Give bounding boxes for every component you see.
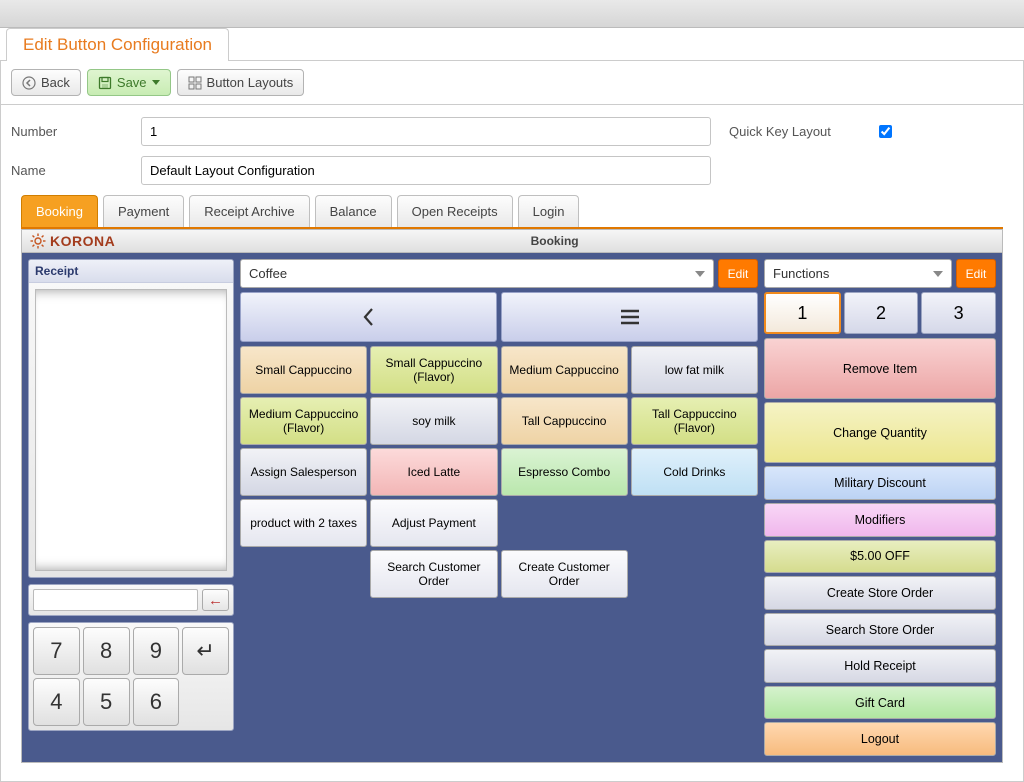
quick-key-label: Quick Key Layout: [729, 124, 831, 139]
quick-key-checkbox[interactable]: [879, 125, 892, 138]
grid-icon: [188, 76, 202, 90]
tab-receipt-archive[interactable]: Receipt Archive: [189, 195, 309, 227]
save-icon: [98, 76, 112, 90]
functions-select-value: Functions: [773, 266, 829, 281]
window-titlebar: [0, 0, 1024, 28]
function-button[interactable]: Change Quantity: [764, 402, 996, 463]
tab-booking[interactable]: Booking: [21, 195, 98, 227]
function-button[interactable]: Search Store Order: [764, 613, 996, 647]
save-button[interactable]: Save: [87, 69, 171, 96]
empty-cell: [631, 499, 758, 547]
search-input[interactable]: [33, 589, 198, 611]
category-select-value: Coffee: [249, 266, 287, 281]
name-label: Name: [11, 163, 141, 178]
tab-balance[interactable]: Balance: [315, 195, 392, 227]
function-button[interactable]: Create Store Order: [764, 576, 996, 610]
key-7[interactable]: 7: [33, 627, 80, 675]
tab-payment[interactable]: Payment: [103, 195, 184, 227]
empty-cell: [240, 550, 367, 598]
product-button[interactable]: Tall Cappuccino (Flavor): [631, 397, 758, 445]
key-8[interactable]: 8: [83, 627, 130, 675]
product-button[interactable]: Espresso Combo: [501, 448, 628, 496]
product-button[interactable]: Small Cappuccino (Flavor): [370, 346, 497, 394]
receipt-panel: Receipt: [28, 259, 234, 578]
key-enter[interactable]: ↵: [182, 627, 229, 675]
chevron-down-icon: [695, 271, 705, 277]
pager: 123: [764, 292, 996, 334]
product-button[interactable]: Adjust Payment: [370, 499, 497, 547]
brand-text: KORONA: [50, 233, 115, 249]
chevron-down-icon: [933, 271, 943, 277]
button-layouts-button[interactable]: Button Layouts: [177, 69, 305, 96]
pos-header-title: Booking: [115, 234, 994, 248]
function-button[interactable]: Logout: [764, 722, 996, 756]
name-input[interactable]: [141, 156, 711, 185]
key-4[interactable]: 4: [33, 678, 80, 726]
receipt-header: Receipt: [29, 260, 233, 283]
edit-functions-button[interactable]: Edit: [956, 259, 996, 288]
edit-category-button[interactable]: Edit: [718, 259, 758, 288]
function-button[interactable]: Military Discount: [764, 466, 996, 500]
chevron-down-icon: [152, 80, 160, 85]
page-3[interactable]: 3: [921, 292, 996, 334]
product-button[interactable]: Small Cappuccino: [240, 346, 367, 394]
product-button[interactable]: Iced Latte: [370, 448, 497, 496]
function-button[interactable]: Hold Receipt: [764, 649, 996, 683]
function-button[interactable]: Modifiers: [764, 503, 996, 537]
receipt-body: [35, 289, 227, 571]
hamburger-icon: [619, 308, 641, 326]
product-button[interactable]: Medium Cappuccino: [501, 346, 628, 394]
tab-login[interactable]: Login: [518, 195, 580, 227]
key-5[interactable]: 5: [83, 678, 130, 726]
function-button[interactable]: $5.00 OFF: [764, 540, 996, 574]
page-title-tab: Edit Button Configuration: [6, 28, 229, 61]
category-select[interactable]: Coffee: [240, 259, 714, 288]
nav-menu-button[interactable]: [501, 292, 758, 342]
button-layouts-label: Button Layouts: [207, 75, 294, 90]
search-panel: ←: [28, 584, 234, 616]
product-button[interactable]: soy milk: [370, 397, 497, 445]
product-grid: Small CappuccinoSmall Cappuccino (Flavor…: [240, 346, 758, 598]
save-label: Save: [117, 75, 147, 90]
gear-icon: [30, 233, 46, 249]
product-button[interactable]: Cold Drinks: [631, 448, 758, 496]
chevron-left-icon: [361, 306, 377, 328]
back-button[interactable]: Back: [11, 69, 81, 96]
page-1[interactable]: 1: [764, 292, 841, 334]
page-2[interactable]: 2: [844, 292, 919, 334]
product-button[interactable]: Search Customer Order: [370, 550, 497, 598]
brand: KORONA: [30, 233, 115, 249]
chevron-left-icon: [22, 76, 36, 90]
product-button[interactable]: Create Customer Order: [501, 550, 628, 598]
empty-cell: [631, 550, 758, 598]
functions-select[interactable]: Functions: [764, 259, 952, 288]
function-button[interactable]: Gift Card: [764, 686, 996, 720]
keypad-panel: 789↵ 456: [28, 622, 234, 731]
product-button[interactable]: Medium Cappuccino (Flavor): [240, 397, 367, 445]
product-button[interactable]: Tall Cappuccino: [501, 397, 628, 445]
subtabs: BookingPaymentReceipt ArchiveBalanceOpen…: [21, 195, 1003, 227]
backspace-button[interactable]: ←: [202, 589, 229, 611]
tab-open-receipts[interactable]: Open Receipts: [397, 195, 513, 227]
product-button[interactable]: Assign Salesperson: [240, 448, 367, 496]
product-button[interactable]: product with 2 taxes: [240, 499, 367, 547]
nav-prev-button[interactable]: [240, 292, 497, 342]
function-list: Remove ItemChange QuantityMilitary Disco…: [764, 338, 996, 756]
number-label: Number: [11, 124, 141, 139]
number-input[interactable]: [141, 117, 711, 146]
key-6[interactable]: 6: [133, 678, 180, 726]
form-area: Number Quick Key Layout Name BookingPaym…: [0, 105, 1024, 782]
pos-header: KORONA Booking: [21, 229, 1003, 253]
key-9[interactable]: 9: [133, 627, 180, 675]
function-button[interactable]: Remove Item: [764, 338, 996, 399]
back-label: Back: [41, 75, 70, 90]
product-button[interactable]: low fat milk: [631, 346, 758, 394]
empty-cell: [501, 499, 628, 547]
toolbar: Back Save Button Layouts: [0, 60, 1024, 105]
arrow-left-icon: ←: [208, 592, 223, 609]
